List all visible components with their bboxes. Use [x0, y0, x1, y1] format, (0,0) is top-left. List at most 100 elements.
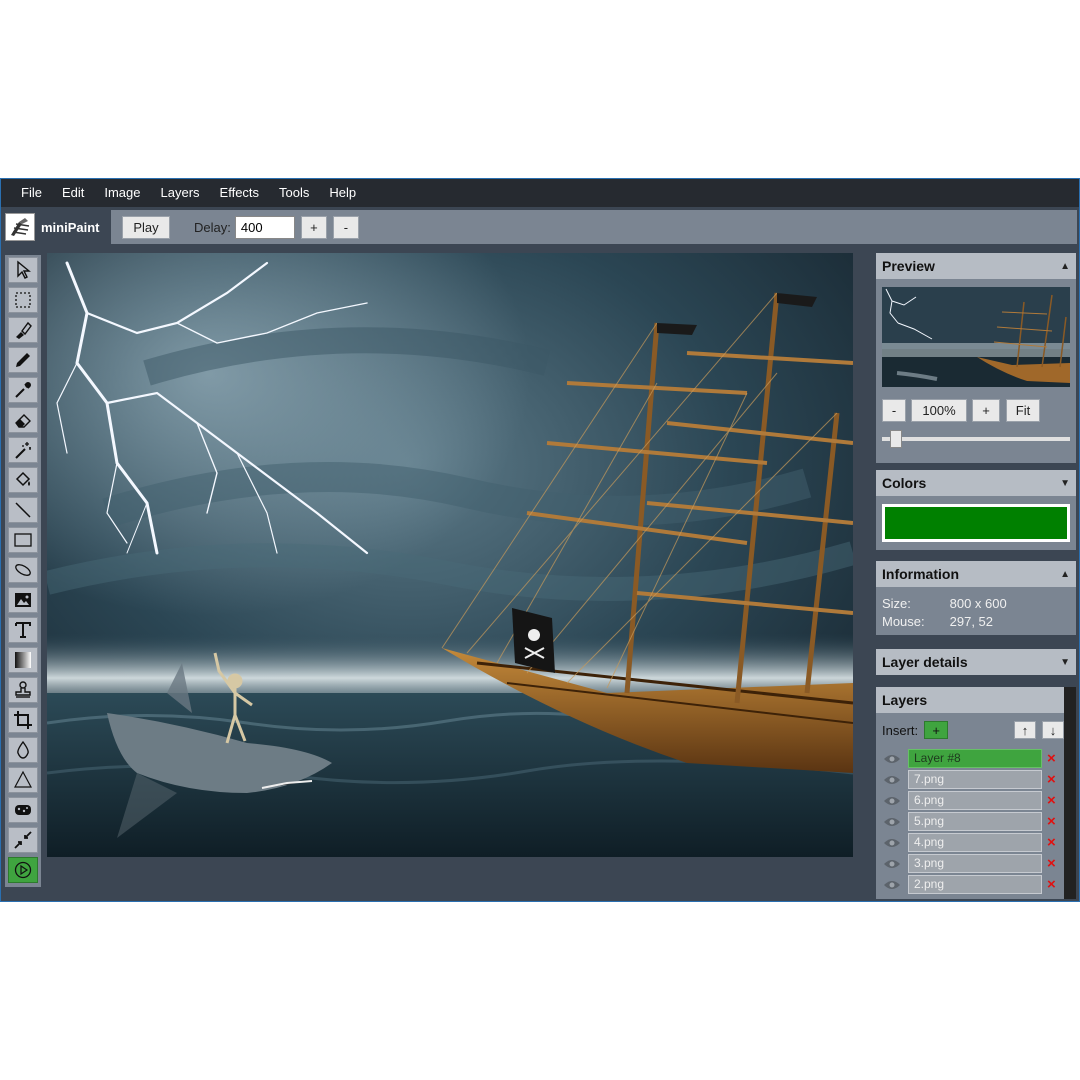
- tool-select[interactable]: [8, 257, 38, 283]
- eye-icon[interactable]: [882, 752, 902, 766]
- tool-pencil[interactable]: [8, 347, 38, 373]
- eye-icon[interactable]: [882, 857, 902, 871]
- layer-row[interactable]: 2.png ×: [882, 875, 1060, 894]
- zoom-slider[interactable]: [882, 430, 1070, 448]
- layer-name[interactable]: 3.png: [908, 854, 1042, 873]
- zoom-in-button[interactable]: +: [972, 399, 1000, 422]
- tool-sharpen[interactable]: [8, 767, 38, 793]
- size-label: Size:: [882, 596, 911, 611]
- menu-effects[interactable]: Effects: [210, 179, 270, 207]
- colors-title: Colors: [882, 475, 927, 491]
- tool-rectangle[interactable]: [8, 527, 38, 553]
- tool-magic-wand[interactable]: [8, 437, 38, 463]
- cursor-icon: [17, 260, 31, 279]
- tool-pick-color[interactable]: [8, 377, 38, 403]
- insert-layer-button[interactable]: +: [924, 721, 949, 739]
- eye-icon[interactable]: [882, 794, 902, 808]
- delete-layer-icon[interactable]: ×: [1047, 749, 1056, 768]
- colors-header[interactable]: Colors ▼: [876, 470, 1076, 496]
- tool-selection[interactable]: [8, 287, 38, 313]
- eraser-icon: [15, 414, 31, 428]
- layer-details-title: Layer details: [882, 654, 968, 670]
- delete-layer-icon[interactable]: ×: [1047, 854, 1056, 873]
- tool-animation[interactable]: [8, 857, 38, 883]
- tools-panel: [5, 255, 41, 887]
- bucket-icon: [15, 471, 31, 487]
- information-header[interactable]: Information ▲: [876, 561, 1076, 587]
- delete-layer-icon[interactable]: ×: [1047, 875, 1056, 894]
- delete-layer-icon[interactable]: ×: [1047, 770, 1056, 789]
- app-window: File Edit Image Layers Effects Tools Hel…: [0, 178, 1080, 902]
- stamp-icon: [15, 681, 31, 698]
- crop-icon: [14, 711, 32, 729]
- tool-bulge-pinch[interactable]: [8, 827, 38, 853]
- menu-tools[interactable]: Tools: [269, 179, 319, 207]
- delay-label: Delay:: [194, 219, 231, 235]
- image-icon: [15, 593, 31, 607]
- zoom-level[interactable]: 100%: [911, 399, 967, 422]
- eye-icon[interactable]: [882, 836, 902, 850]
- preview-thumbnail[interactable]: [882, 287, 1070, 387]
- layer-row[interactable]: 3.png ×: [882, 854, 1060, 873]
- layer-name[interactable]: 4.png: [908, 833, 1042, 852]
- tool-media[interactable]: [8, 587, 38, 613]
- tool-erase[interactable]: [8, 407, 38, 433]
- layer-name[interactable]: 7.png: [908, 770, 1042, 789]
- menu-file[interactable]: File: [11, 179, 52, 207]
- collapse-icon: ▲: [1060, 260, 1070, 272]
- layer-row[interactable]: 7.png ×: [882, 770, 1060, 789]
- eye-icon[interactable]: [882, 815, 902, 829]
- delete-layer-icon[interactable]: ×: [1047, 812, 1056, 831]
- tool-gradient[interactable]: [8, 647, 38, 673]
- eye-icon[interactable]: [882, 773, 902, 787]
- tool-clone[interactable]: [8, 677, 38, 703]
- layers-toolbar: Insert: + ↑ ↓: [882, 721, 1064, 739]
- layer-row[interactable]: 4.png ×: [882, 833, 1060, 852]
- tool-blur[interactable]: [8, 737, 38, 763]
- layer-row[interactable]: 6.png ×: [882, 791, 1060, 810]
- layer-details-header[interactable]: Layer details ▼: [876, 649, 1076, 675]
- zoom-fit-button[interactable]: Fit: [1006, 399, 1040, 422]
- layer-name[interactable]: 6.png: [908, 791, 1042, 810]
- top-bar: miniPaint Play Delay: + -: [1, 207, 1079, 245]
- active-color-swatch[interactable]: [882, 504, 1070, 542]
- layer-row[interactable]: Layer #8 ×: [882, 749, 1060, 768]
- eyedropper-icon: [15, 382, 31, 398]
- delay-increase-button[interactable]: +: [300, 215, 327, 239]
- main-canvas[interactable]: [47, 253, 853, 857]
- delete-layer-icon[interactable]: ×: [1047, 833, 1056, 852]
- menu-image[interactable]: Image: [94, 179, 150, 207]
- tool-crop[interactable]: [8, 707, 38, 733]
- zoom-slider-handle[interactable]: [890, 430, 902, 448]
- layers-scrollbar[interactable]: [1064, 687, 1076, 899]
- preview-header[interactable]: Preview ▲: [876, 253, 1076, 279]
- mouse-label: Mouse:: [882, 614, 925, 629]
- menu-edit[interactable]: Edit: [52, 179, 94, 207]
- delay-decrease-button[interactable]: -: [332, 215, 359, 239]
- insert-label: Insert:: [882, 722, 919, 738]
- tool-desaturate[interactable]: [8, 797, 38, 823]
- zoom-out-button[interactable]: -: [882, 399, 906, 422]
- drop-icon: [17, 740, 29, 759]
- layer-name[interactable]: Layer #8: [908, 749, 1042, 768]
- menu-help[interactable]: Help: [319, 179, 366, 207]
- sponge-icon: [15, 805, 31, 815]
- move-layer-up-button[interactable]: ↑: [1014, 721, 1036, 739]
- tool-ellipse[interactable]: [8, 557, 38, 583]
- rectangle-icon: [14, 533, 32, 547]
- ellipse-icon: [15, 564, 31, 576]
- eye-icon[interactable]: [882, 878, 902, 892]
- move-layer-down-button[interactable]: ↓: [1042, 721, 1064, 739]
- layer-row[interactable]: 5.png ×: [882, 812, 1060, 831]
- layer-name[interactable]: 5.png: [908, 812, 1042, 831]
- pencil-icon: [16, 353, 30, 367]
- tool-brush[interactable]: [8, 317, 38, 343]
- layer-name[interactable]: 2.png: [908, 875, 1042, 894]
- menu-layers[interactable]: Layers: [151, 179, 210, 207]
- tool-text[interactable]: [8, 617, 38, 643]
- delay-input[interactable]: [234, 215, 295, 239]
- tool-fill[interactable]: [8, 467, 38, 493]
- delete-layer-icon[interactable]: ×: [1047, 791, 1056, 810]
- tool-line[interactable]: [8, 497, 38, 523]
- play-button[interactable]: Play: [122, 215, 170, 239]
